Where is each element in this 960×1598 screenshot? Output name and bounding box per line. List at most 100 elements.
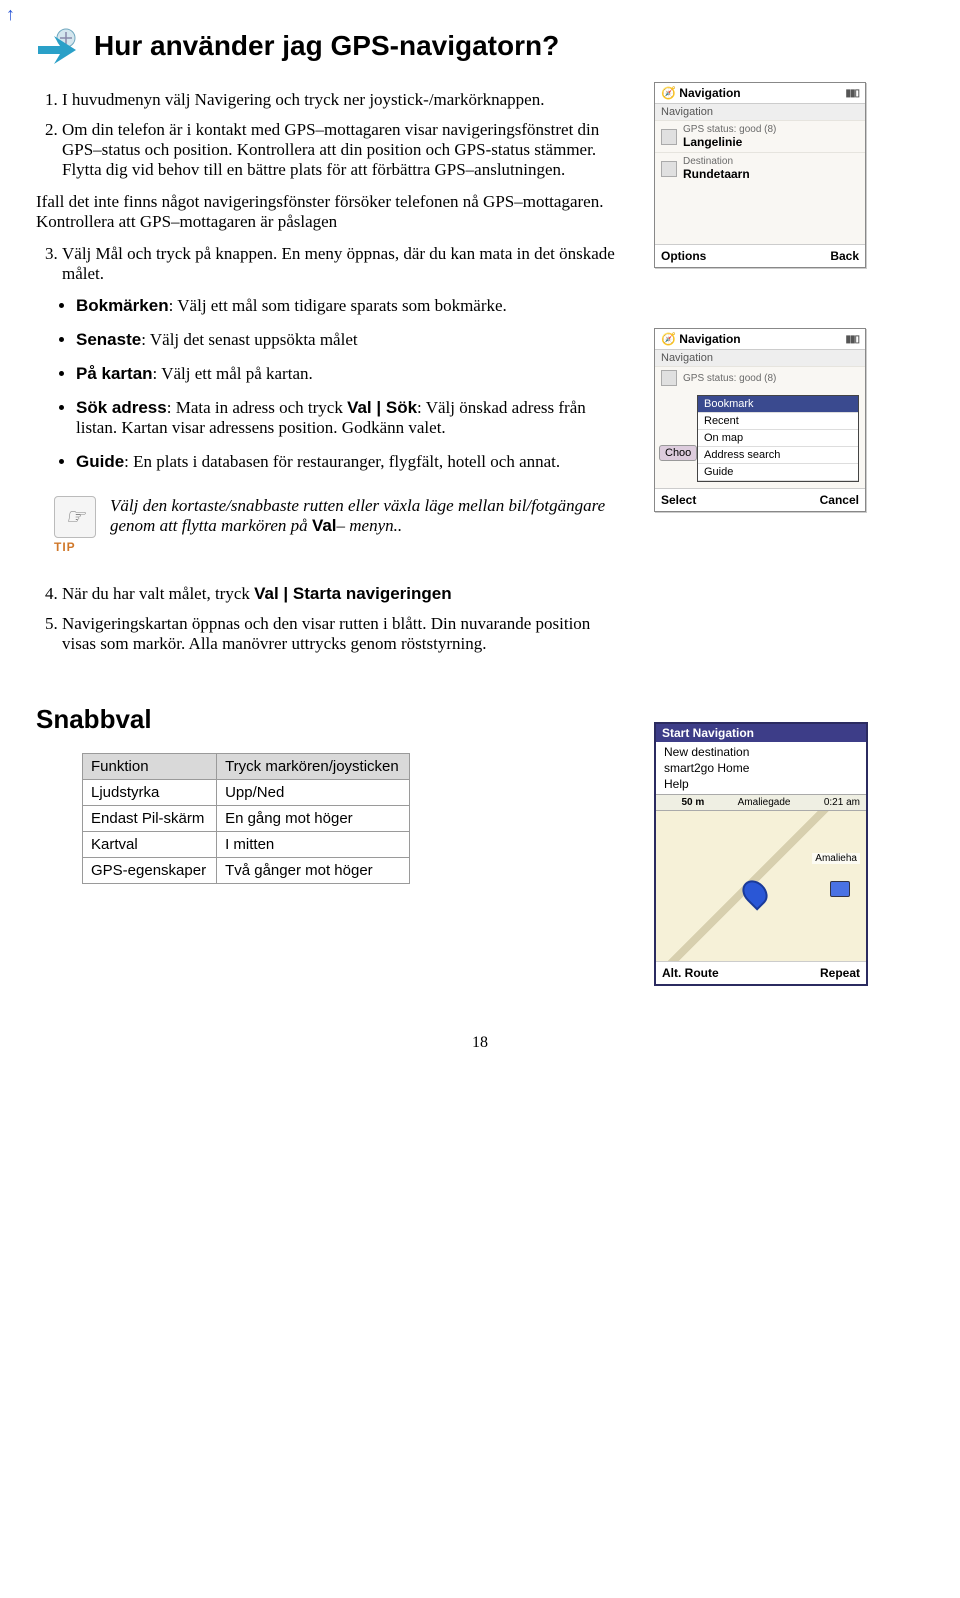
rest: : En plats i databasen för restauranger,… — [124, 452, 560, 471]
gps-flag-icon — [661, 129, 677, 145]
page-header: Hur använder jag GPS-navigatorn? — [36, 24, 924, 68]
cell-f: GPS-egenskaper — [83, 858, 217, 884]
steps-list-4: När du har valt målet, tryck Val | Start… — [36, 584, 626, 654]
step-3: Välj Mål och tryck på knappen. En meny ö… — [62, 244, 626, 284]
bullet-bokmarken: Bokmärken: Välj ett mål som tidigare spa… — [76, 296, 626, 316]
menu-item[interactable]: Help — [656, 776, 866, 792]
ph2-sub: Navigation — [655, 350, 865, 366]
step-4: När du har valt målet, tryck Val | Start… — [62, 584, 626, 604]
table-row: Kartval I mitten — [83, 832, 410, 858]
step-1: I huvudmenyn välj Navigering och tryck n… — [62, 90, 626, 110]
title-text: Navigation — [679, 86, 740, 100]
screenshot-column: 🧭 Navigation ▮▮▯ Navigation GPS status: … — [654, 82, 924, 986]
title-text: Navigation — [679, 332, 740, 346]
p3-statusbar: ↑ 50 m Amaliegade 0:21 am — [656, 794, 866, 810]
ph2-chip: Choo — [659, 445, 697, 461]
dist: 50 m — [681, 797, 704, 808]
menu-item[interactable]: New destination — [656, 744, 866, 760]
cell-a: Två gånger mot höger — [217, 858, 410, 884]
rest: : Välj det senast uppsökta målet — [141, 330, 357, 349]
phone-screenshot-3: Start Navigation New destination smart2g… — [654, 722, 868, 986]
term: Sök adress — [76, 398, 167, 417]
time: 0:21 am — [824, 797, 860, 808]
tip-c: – menyn.. — [337, 516, 403, 535]
phone-screenshot-1: 🧭 Navigation ▮▮▯ Navigation GPS status: … — [654, 82, 866, 268]
table-row: GPS-egenskaper Två gånger mot höger — [83, 858, 410, 884]
softkey-right[interactable]: Repeat — [820, 966, 860, 980]
term: På kartan — [76, 364, 153, 383]
term: Bokmärken — [76, 296, 169, 315]
cell-a: Upp/Ned — [217, 780, 410, 806]
shortcut-table: Funktion Tryck markören/joysticken Ljuds… — [82, 753, 410, 884]
col-tryck: Tryck markören/joysticken — [217, 754, 410, 780]
gps-status: GPS status: good (8) — [683, 373, 776, 384]
softkey-right[interactable]: Back — [830, 249, 859, 263]
menu-item[interactable]: Recent — [698, 413, 858, 430]
ph1-softkeys: Options Back — [655, 244, 865, 267]
s4a: När du har valt målet, tryck — [62, 584, 254, 603]
content-column: I huvudmenyn välj Navigering och tryck n… — [36, 82, 626, 986]
arrow-logo-icon — [36, 24, 80, 68]
tip-text: Välj den kortaste/snabbaste rutten eller… — [110, 496, 626, 554]
softkey-right[interactable]: Cancel — [820, 493, 859, 507]
page-number: 18 — [36, 1034, 924, 1052]
ph2-popup-menu: Bookmark Recent On map Address search Gu… — [697, 395, 859, 482]
menu-item[interactable]: Address search — [698, 447, 858, 464]
steps-list-1: I huvudmenyn välj Navigering och tryck n… — [36, 90, 626, 180]
val-sok: Val | Sök — [347, 398, 417, 417]
softkey-left[interactable]: Options — [661, 249, 706, 263]
softkey-left[interactable]: Select — [661, 493, 696, 507]
menu-item[interactable]: Bookmark — [698, 396, 858, 413]
term: Guide — [76, 452, 124, 471]
nav-icon: 🧭 — [661, 332, 676, 346]
cell-a: En gång mot höger — [217, 806, 410, 832]
page-title: Hur använder jag GPS-navigatorn? — [94, 30, 559, 62]
bullet-sok-adress: Sök adress: Mata in adress och tryck Val… — [76, 398, 626, 438]
menu-item[interactable]: smart2go Home — [656, 760, 866, 776]
tip-b: Val — [312, 516, 337, 535]
camera-poi-icon — [830, 881, 850, 897]
rest: : Välj ett mål på kartan. — [153, 364, 313, 383]
p3-softkeys: Alt. Route Repeat — [656, 961, 866, 984]
table-header-row: Funktion Tryck markören/joysticken — [83, 754, 410, 780]
ph1-title: 🧭 Navigation ▮▮▯ — [655, 83, 865, 104]
p3-map: Amalieha — [656, 810, 866, 961]
bullet-guide: Guide: En plats i databasen för restaura… — [76, 452, 626, 472]
phone-screenshot-2: 🧭 Navigation ▮▮▯ Navigation GPS status: … — [654, 328, 866, 512]
dest: Rundetaarn — [683, 167, 750, 181]
signal-icon: ▮▮▯ — [845, 88, 859, 99]
cell-f: Kartval — [83, 832, 217, 858]
cell-f: Ljudstyrka — [83, 780, 217, 806]
softkey-left[interactable]: Alt. Route — [662, 966, 719, 980]
ph1-gps-row: GPS status: good (8) Langelinie — [655, 120, 865, 152]
table-row: Endast Pil-skärm En gång mot höger — [83, 806, 410, 832]
street: Amaliegade — [738, 797, 791, 808]
bullet-senaste: Senaste: Välj det senast uppsökta målet — [76, 330, 626, 350]
ph2-gps-row: GPS status: good (8) — [655, 366, 865, 389]
tip-block: ☞ TIP Välj den kortaste/snabbaste rutten… — [54, 496, 626, 554]
tip-label: TIP — [54, 540, 96, 554]
ph2-softkeys: Select Cancel — [655, 488, 865, 511]
turn-arrow-icon: ↑ — [6, 4, 24, 22]
location-marker-icon — [737, 875, 772, 910]
options-bullets: Bokmärken: Välj ett mål som tidigare spa… — [54, 296, 626, 472]
mid: : Mata in adress och tryck — [167, 398, 347, 417]
gps-flag-icon — [661, 370, 677, 386]
snabbval-heading: Snabbval — [36, 704, 626, 735]
nav-icon: 🧭 — [661, 86, 676, 100]
ph1-sub: Navigation — [655, 104, 865, 120]
steps-list-3: Välj Mål och tryck på knappen. En meny ö… — [36, 244, 626, 284]
bullet-pa-kartan: På kartan: Välj ett mål på kartan. — [76, 364, 626, 384]
signal-icon: ▮▮▯ — [845, 334, 859, 345]
menu-item[interactable]: On map — [698, 430, 858, 447]
menu-item[interactable]: Guide — [698, 464, 858, 481]
ph1-dest-row: Destination Rundetaarn — [655, 152, 865, 184]
col-funktion: Funktion — [83, 754, 217, 780]
term: Senaste — [76, 330, 141, 349]
p3-menu: New destination smart2go Home Help — [656, 742, 866, 794]
cell-f: Endast Pil-skärm — [83, 806, 217, 832]
hand-pointing-icon: ☞ — [54, 496, 96, 538]
tip-icon-wrap: ☞ TIP — [54, 496, 96, 554]
rest: : Välj ett mål som tidigare sparats som … — [169, 296, 507, 315]
table-row: Ljudstyrka Upp/Ned — [83, 780, 410, 806]
